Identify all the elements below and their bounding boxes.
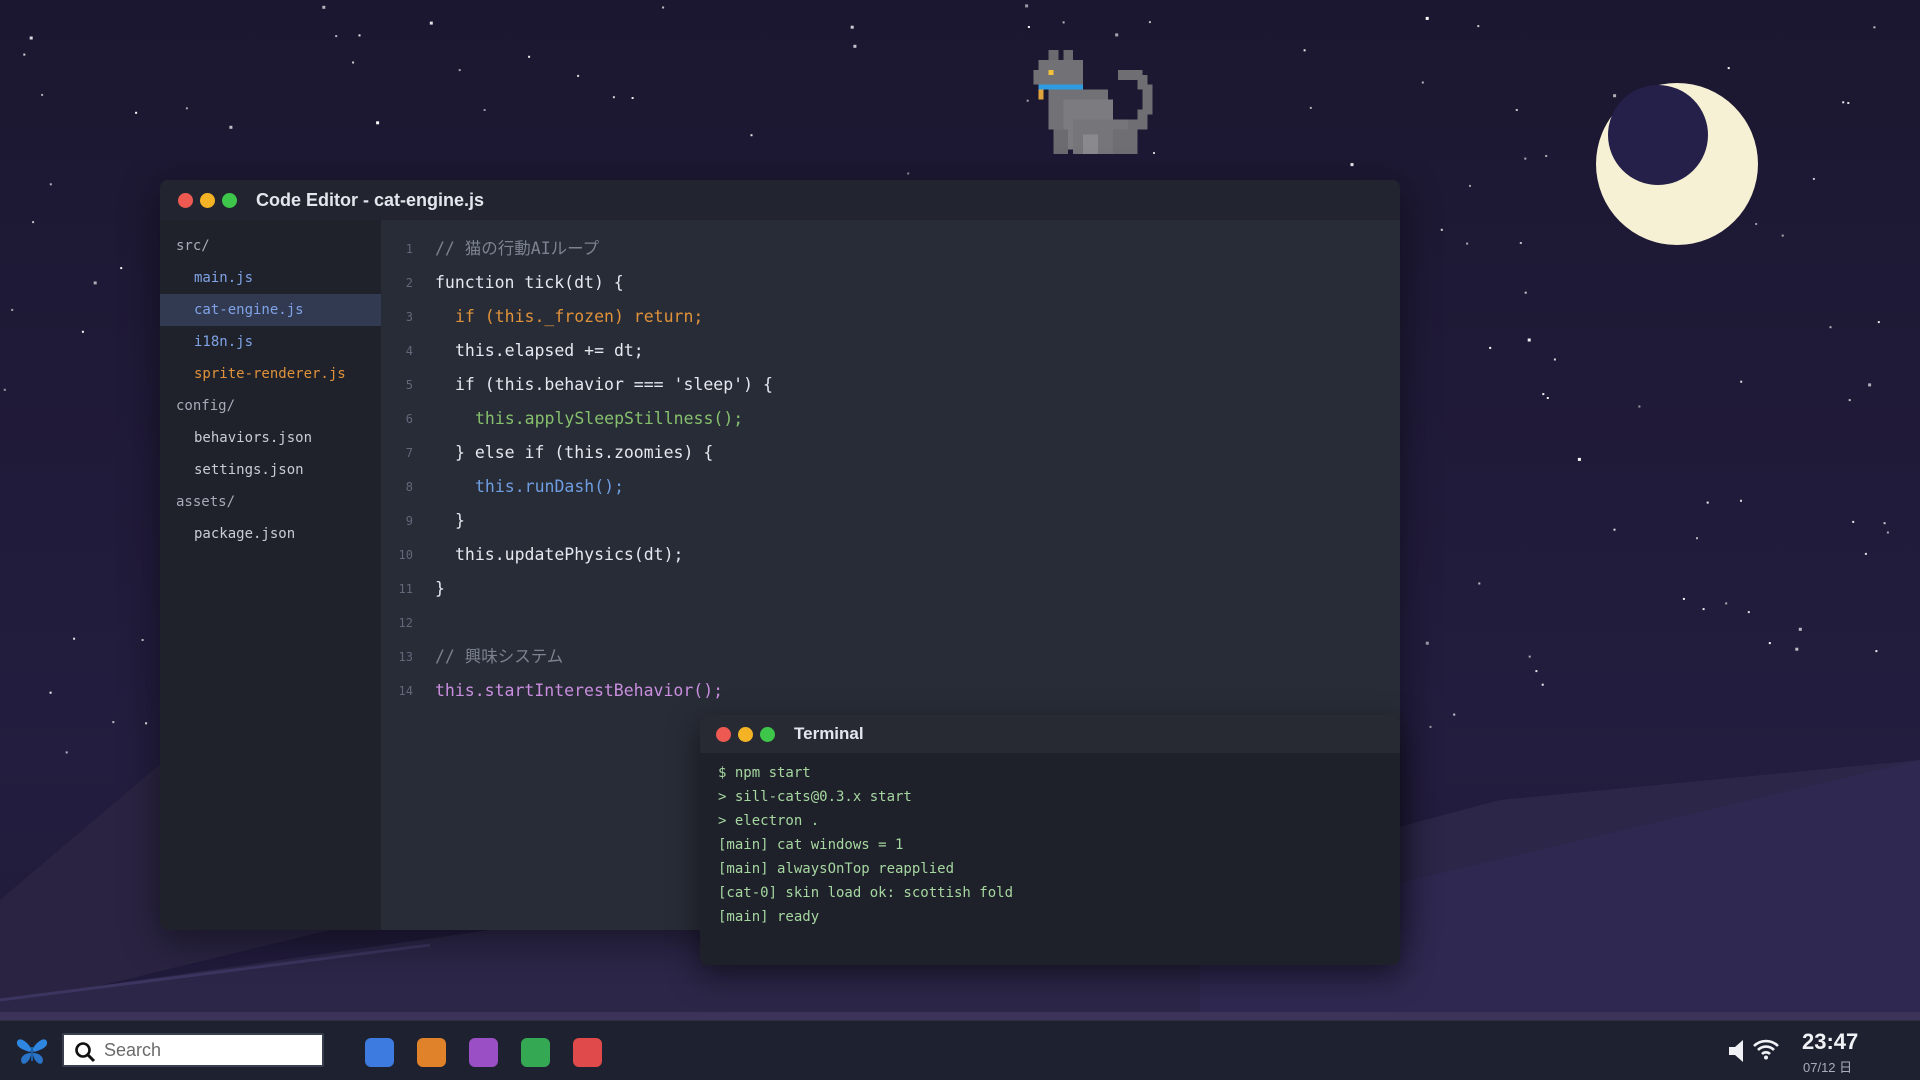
minimize-button[interactable] (200, 192, 215, 208)
terminal-title: Terminal (794, 724, 864, 743)
code-line: 5 if (this.behavior === 'sleep') { (381, 368, 1400, 402)
code-text: } else if (this.zoomies) { (455, 443, 714, 462)
clock-time[interactable]: 23:47 (1802, 1029, 1858, 1055)
app-red-icon[interactable] (573, 1038, 602, 1067)
taskbar: 23:47 07/12 日 (0, 1020, 1920, 1080)
pixel-cat-icon (1033, 50, 1153, 155)
code-line: 11} (381, 572, 1400, 606)
line-number: 1 (405, 242, 413, 256)
code-line: 2 function tick(dt) { (381, 266, 1400, 300)
code-line: 10 this.updatePhysics(dt); (381, 538, 1400, 572)
tree-file-behaviors-json[interactable]: behaviors.json (160, 422, 381, 454)
line-number: 5 (405, 378, 413, 392)
code-text: this.runDash(); (475, 477, 625, 496)
terminal-line: $ npm start (718, 765, 811, 781)
line-number: 2 (405, 276, 413, 290)
line-number: 6 (405, 412, 413, 426)
tree-folder-config[interactable]: config/ (160, 390, 381, 422)
app-blue-icon[interactable] (365, 1038, 394, 1067)
tree-file-cat-engine-js[interactable]: cat-engine.js (160, 294, 381, 326)
line-number: 7 (405, 446, 413, 460)
code-text: this.updatePhysics(dt); (455, 545, 684, 564)
close-button[interactable] (178, 192, 193, 208)
tree-file-settings-json[interactable]: settings.json (160, 454, 381, 486)
search-input[interactable] (104, 1038, 314, 1062)
clock-date[interactable]: 07/12 日 (1803, 1057, 1852, 1076)
butterfly-icon[interactable] (14, 1033, 50, 1069)
line-number: 8 (405, 480, 413, 494)
line-number: 10 (398, 548, 413, 562)
terminal-line: [main] ready (718, 909, 820, 925)
terminal-line: [cat-0] skin load ok: scottish fold (718, 885, 1014, 901)
line-number: 12 (398, 616, 413, 630)
tree-file-i18n-js[interactable]: i18n.js (160, 326, 381, 358)
search-icon (75, 1042, 96, 1063)
code-text: if (this.behavior === 'sleep') { (455, 375, 773, 394)
code-text: // 猫の行動AIループ (435, 239, 600, 258)
line-number: 11 (398, 582, 413, 596)
volume-icon[interactable] (1727, 1037, 1749, 1065)
app-orange-icon[interactable] (417, 1038, 446, 1067)
code-text: this.elapsed += dt; (455, 341, 644, 360)
code-text: // 興味システム (435, 647, 564, 666)
app-green-icon[interactable] (521, 1038, 550, 1067)
editor-title: Code Editor - cat-engine.js (256, 189, 485, 210)
terminal-line: > electron . (718, 813, 820, 829)
code-line: 3 if (this._frozen) return; (381, 300, 1400, 334)
code-line: 4 this.elapsed += dt; (381, 334, 1400, 368)
line-number: 13 (398, 650, 413, 664)
code-text: } (455, 511, 465, 530)
code-line: 8 this.runDash(); (381, 470, 1400, 504)
tree-file-package-json[interactable]: package.json (160, 518, 381, 550)
tree-folder-src[interactable]: src/ (160, 230, 381, 262)
code-text: this.startInterestBehavior(); (435, 681, 724, 700)
terminal-output[interactable]: $ npm start > sill-cats@0.3.x start > el… (700, 753, 1400, 929)
minimize-button[interactable] (738, 726, 753, 742)
terminal-window[interactable]: Terminal $ npm start > sill-cats@0.3.x s… (700, 715, 1400, 965)
taskbar-search[interactable] (62, 1033, 324, 1067)
terminal-line: [main] alwaysOnTop reapplied (718, 861, 955, 877)
code-line: 12 (381, 606, 1400, 640)
tree-file-sprite-renderer-js[interactable]: sprite-renderer.js (160, 358, 381, 390)
code-line: 9} (381, 504, 1400, 538)
tree-folder-assets[interactable]: assets/ (160, 486, 381, 518)
desktop-background: Code Editor - cat-engine.js src/ main.js… (0, 0, 1920, 1080)
line-number: 3 (405, 310, 413, 324)
line-number: 14 (398, 684, 413, 698)
wifi-icon[interactable] (1752, 1037, 1780, 1061)
code-line: 1 // 猫の行動AIループ (381, 232, 1400, 266)
code-line: 7 } else if (this.zoomies) { (381, 436, 1400, 470)
code-text: } (435, 579, 445, 598)
line-number: 4 (405, 344, 413, 358)
terminal-line: [main] cat windows = 1 (718, 837, 904, 853)
file-tree-sidebar: src/ main.js cat-engine.js i18n.js sprit… (160, 220, 381, 930)
code-text: this.applySleepStillness(); (475, 409, 744, 428)
editor-titlebar[interactable]: Code Editor - cat-engine.js (160, 180, 1400, 220)
crescent-moon (1596, 83, 1758, 245)
maximize-button[interactable] (760, 726, 775, 742)
line-number: 9 (405, 514, 413, 528)
maximize-button[interactable] (222, 192, 237, 208)
terminal-line: > sill-cats@0.3.x start (718, 789, 912, 805)
code-line: 13 // 興味システム (381, 640, 1400, 674)
code-text: function tick(dt) { (435, 273, 624, 292)
code-line: 14 this.startInterestBehavior(); (381, 674, 1400, 708)
tree-file-main-js[interactable]: main.js (160, 262, 381, 294)
close-button[interactable] (716, 726, 731, 742)
terminal-titlebar[interactable]: Terminal (700, 715, 1400, 753)
code-line: 6 this.applySleepStillness(); (381, 402, 1400, 436)
code-text: if (this._frozen) return; (455, 307, 704, 326)
app-purple-icon[interactable] (469, 1038, 498, 1067)
